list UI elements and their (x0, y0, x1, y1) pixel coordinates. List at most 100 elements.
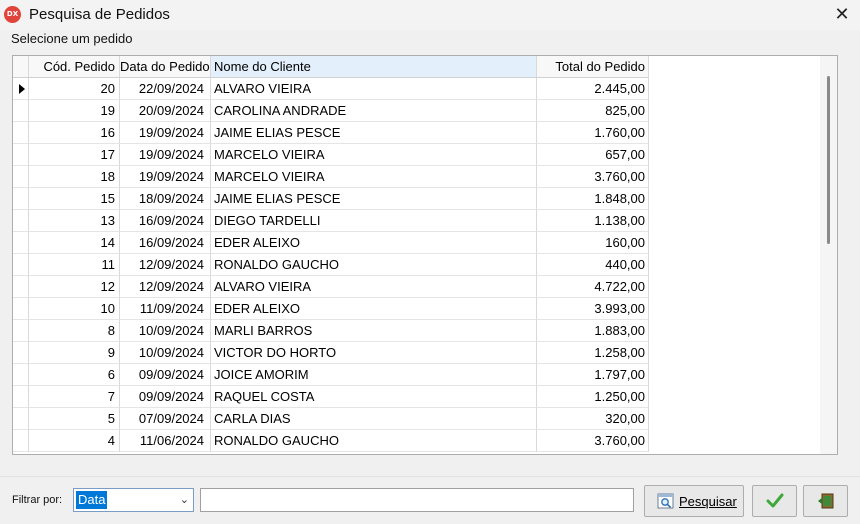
cell-data: 19/09/2024 (120, 166, 211, 188)
scrollbar-thumb[interactable] (827, 76, 830, 244)
search-button[interactable]: Pesquisar (644, 485, 744, 517)
cell-cod: 19 (29, 100, 120, 122)
search-input[interactable] (200, 488, 634, 512)
cell-nome: MARCELO VIEIRA (211, 144, 537, 166)
confirm-button[interactable] (752, 485, 797, 517)
vertical-scrollbar[interactable] (820, 56, 837, 454)
cell-total: 1.250,00 (537, 386, 649, 408)
cell-total: 1.760,00 (537, 122, 649, 144)
table-row[interactable]: 10 11/09/2024 EDER ALEIXO 3.993,00 (13, 298, 649, 320)
column-header-cod[interactable]: Cód. Pedido (29, 56, 120, 78)
cell-total: 440,00 (537, 254, 649, 276)
table-row[interactable]: 9 10/09/2024 VICTOR DO HORTO 1.258,00 (13, 342, 649, 364)
close-button[interactable]: ✕ (824, 0, 860, 30)
checkmark-icon (766, 493, 784, 508)
cell-data: 09/09/2024 (120, 386, 211, 408)
cell-cod: 17 (29, 144, 120, 166)
table-row[interactable]: 13 16/09/2024 DIEGO TARDELLI 1.138,00 (13, 210, 649, 232)
cell-data: 22/09/2024 (120, 78, 211, 100)
orders-grid[interactable]: Cód. Pedido Data do Pedido Nome do Clien… (12, 55, 838, 455)
filter-selected-value: Data (76, 491, 108, 509)
cell-data: 18/09/2024 (120, 188, 211, 210)
table-row[interactable]: 4 11/06/2024 RONALDO GAUCHO 3.760,00 (13, 430, 649, 452)
cell-data: 10/09/2024 (120, 320, 211, 342)
cell-nome: JOICE AMORIM (211, 364, 537, 386)
cell-nome: EDER ALEIXO (211, 298, 537, 320)
cell-nome: EDER ALEIXO (211, 232, 537, 254)
table-row[interactable]: 18 19/09/2024 MARCELO VIEIRA 3.760,00 (13, 166, 649, 188)
row-indicator-cell (13, 78, 29, 100)
row-indicator-cell (13, 342, 29, 364)
cell-nome: RONALDO GAUCHO (211, 430, 537, 452)
row-indicator-cell (13, 276, 29, 298)
table-row[interactable]: 11 12/09/2024 RONALDO GAUCHO 440,00 (13, 254, 649, 276)
table-row[interactable]: 8 10/09/2024 MARLI BARROS 1.883,00 (13, 320, 649, 342)
cell-data: 16/09/2024 (120, 210, 211, 232)
cell-cod: 10 (29, 298, 120, 320)
row-indicator-cell (13, 122, 29, 144)
table-row[interactable]: 5 07/09/2024 CARLA DIAS 320,00 (13, 408, 649, 430)
table-row[interactable]: 7 09/09/2024 RAQUEL COSTA 1.250,00 (13, 386, 649, 408)
chevron-down-icon[interactable]: ⌄ (180, 491, 189, 509)
row-indicator-cell (13, 232, 29, 254)
cell-total: 320,00 (537, 408, 649, 430)
cell-data: 12/09/2024 (120, 254, 211, 276)
grid-header: Cód. Pedido Data do Pedido Nome do Clien… (13, 56, 649, 78)
window-title: Pesquisa de Pedidos (29, 6, 170, 23)
cell-nome: RONALDO GAUCHO (211, 254, 537, 276)
group-caption: Selecione um pedido (11, 31, 133, 46)
cell-cod: 12 (29, 276, 120, 298)
cell-total: 1.883,00 (537, 320, 649, 342)
column-header-total[interactable]: Total do Pedido (537, 56, 649, 78)
cell-total: 4.722,00 (537, 276, 649, 298)
cell-cod: 15 (29, 188, 120, 210)
cell-data: 10/09/2024 (120, 342, 211, 364)
cell-cod: 6 (29, 364, 120, 386)
cell-data: 16/09/2024 (120, 232, 211, 254)
cell-total: 1.258,00 (537, 342, 649, 364)
cell-total: 657,00 (537, 144, 649, 166)
row-indicator-cell (13, 408, 29, 430)
row-indicator-cell (13, 188, 29, 210)
cell-total: 2.445,00 (537, 78, 649, 100)
cell-cod: 20 (29, 78, 120, 100)
table-row[interactable]: 16 19/09/2024 JAIME ELIAS PESCE 1.760,00 (13, 122, 649, 144)
cell-data: 20/09/2024 (120, 100, 211, 122)
table-row[interactable]: 17 19/09/2024 MARCELO VIEIRA 657,00 (13, 144, 649, 166)
table-row[interactable]: 6 09/09/2024 JOICE AMORIM 1.797,00 (13, 364, 649, 386)
filter-field-select[interactable]: Data ⌄ (73, 488, 194, 512)
table-row[interactable]: 20 22/09/2024 ALVARO VIEIRA 2.445,00 (13, 78, 649, 100)
cell-cod: 14 (29, 232, 120, 254)
cell-cod: 9 (29, 342, 120, 364)
cell-cod: 7 (29, 386, 120, 408)
cell-cod: 13 (29, 210, 120, 232)
row-indicator-cell (13, 144, 29, 166)
row-indicator-cell (13, 166, 29, 188)
table-row[interactable]: 19 20/09/2024 CAROLINA ANDRADE 825,00 (13, 100, 649, 122)
app-logo-icon: DX (4, 6, 21, 23)
exit-button[interactable] (803, 485, 848, 517)
column-header-data[interactable]: Data do Pedido (120, 56, 211, 78)
table-row[interactable]: 14 16/09/2024 EDER ALEIXO 160,00 (13, 232, 649, 254)
cell-data: 11/09/2024 (120, 298, 211, 320)
exit-door-icon (818, 493, 834, 509)
cell-data: 19/09/2024 (120, 144, 211, 166)
cell-data: 09/09/2024 (120, 364, 211, 386)
cell-nome: CARLA DIAS (211, 408, 537, 430)
cell-total: 160,00 (537, 232, 649, 254)
cell-nome: ALVARO VIEIRA (211, 276, 537, 298)
row-indicator-cell (13, 364, 29, 386)
cell-data: 11/06/2024 (120, 430, 211, 452)
table-row[interactable]: 15 18/09/2024 JAIME ELIAS PESCE 1.848,00 (13, 188, 649, 210)
current-row-pointer-icon (19, 84, 25, 94)
cell-total: 3.993,00 (537, 298, 649, 320)
cell-total: 1.848,00 (537, 188, 649, 210)
cell-cod: 16 (29, 122, 120, 144)
cell-nome: JAIME ELIAS PESCE (211, 188, 537, 210)
column-header-nome[interactable]: Nome do Cliente (211, 56, 537, 78)
cell-nome: CAROLINA ANDRADE (211, 100, 537, 122)
table-row[interactable]: 12 12/09/2024 ALVARO VIEIRA 4.722,00 (13, 276, 649, 298)
row-indicator-cell (13, 320, 29, 342)
header-indicator-cell (13, 56, 29, 78)
divider (0, 476, 860, 477)
